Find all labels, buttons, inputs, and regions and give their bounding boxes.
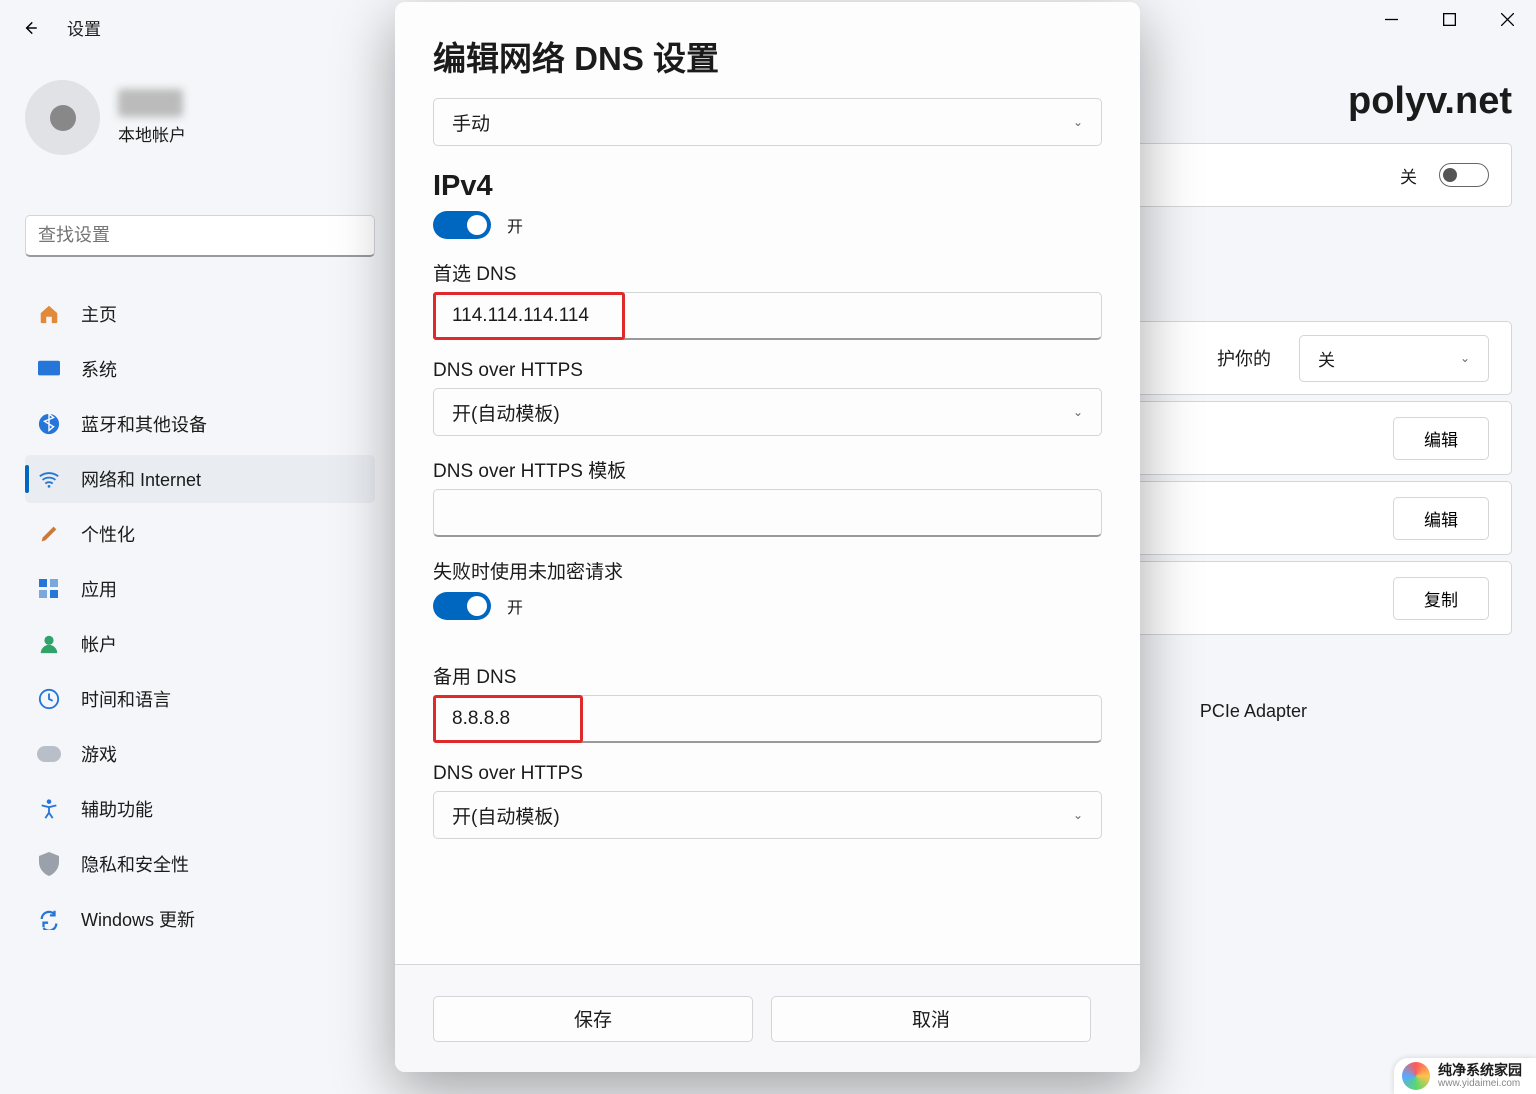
- bg-desc-fragment: 护你的: [1217, 345, 1271, 371]
- copy-button[interactable]: 复制: [1393, 577, 1489, 620]
- system-icon: [37, 357, 61, 381]
- back-button[interactable]: [18, 16, 42, 40]
- time-language-icon: [37, 687, 61, 711]
- settings-title: 设置: [67, 15, 101, 40]
- chevron-down-icon: ⌄: [1073, 808, 1083, 822]
- preferred-dns-input[interactable]: 114.114.114.114: [433, 292, 1102, 340]
- accounts-icon: [37, 632, 61, 656]
- dialog-title: 编辑网络 DNS 设置: [433, 32, 1102, 80]
- alt-dns-input[interactable]: 8.8.8.8: [433, 695, 1102, 743]
- sidebar-item-label: 隐私和安全性: [81, 851, 189, 877]
- toggle-on-label: 开: [507, 213, 523, 237]
- sidebar-item-label: 个性化: [81, 521, 135, 547]
- chevron-down-icon: ⌄: [1073, 115, 1083, 129]
- doh-label-2: DNS over HTTPS: [433, 763, 1102, 785]
- sidebar-item-label: 网络和 Internet: [81, 466, 201, 492]
- network-icon: [37, 467, 61, 491]
- sidebar-item-label: 帐户: [81, 631, 117, 657]
- sidebar-item-bluetooth[interactable]: 蓝牙和其他设备: [25, 400, 375, 448]
- minimize-button[interactable]: [1362, 0, 1420, 38]
- windowsupdate-icon: [37, 907, 61, 931]
- alt-dns-label: 备用 DNS: [433, 662, 1102, 689]
- close-button[interactable]: [1478, 0, 1536, 38]
- sidebar-item-windows-update[interactable]: Windows 更新: [25, 895, 375, 943]
- toggle-off[interactable]: [1439, 163, 1489, 187]
- fallback-label: 失败时使用未加密请求: [433, 557, 1102, 584]
- window-controls: [1362, 0, 1536, 38]
- sidebar-item-label: 主页: [81, 301, 117, 327]
- sidebar-item-label: 蓝牙和其他设备: [81, 411, 207, 437]
- sidebar-item-personalize[interactable]: 个性化: [25, 510, 375, 558]
- username-blurred: [118, 89, 183, 117]
- sidebar-item-label: 游戏: [81, 741, 117, 767]
- gaming-icon: [37, 742, 61, 766]
- sidebar: 主页 系统 蓝牙和其他设备 网络和 Internet 个性化 应用 帐户: [25, 290, 375, 943]
- watermark-logo-icon: [1402, 1062, 1430, 1090]
- sidebar-item-gaming[interactable]: 游戏: [25, 730, 375, 778]
- sidebar-item-label: 辅助功能: [81, 796, 153, 822]
- doh-select-1[interactable]: 开(自动模板) ⌄: [433, 388, 1102, 436]
- watermark: 纯净系统家园 www.yidaimei.com: [1394, 1058, 1536, 1094]
- bg-select[interactable]: 关 ⌄: [1299, 335, 1489, 382]
- sidebar-item-label: 时间和语言: [81, 686, 171, 712]
- avatar-placeholder-icon: [50, 105, 76, 131]
- personalize-icon: [37, 522, 61, 546]
- profile-block: 本地帐户: [25, 80, 186, 155]
- sidebar-item-network[interactable]: 网络和 Internet: [25, 455, 375, 503]
- chevron-down-icon: ⌄: [1460, 351, 1470, 365]
- sidebar-item-label: 系统: [81, 356, 117, 382]
- bluetooth-icon: [37, 412, 61, 436]
- chevron-down-icon: ⌄: [1073, 405, 1083, 419]
- sidebar-item-label: 应用: [81, 576, 117, 602]
- sidebar-item-time-language[interactable]: 时间和语言: [25, 675, 375, 723]
- avatar: [25, 80, 100, 155]
- apps-icon: [37, 577, 61, 601]
- toggle-on-label: 开: [507, 594, 523, 618]
- sidebar-item-privacy[interactable]: 隐私和安全性: [25, 840, 375, 888]
- ipv4-toggle[interactable]: [433, 211, 491, 239]
- dns-settings-dialog: 编辑网络 DNS 设置 手动 ⌄ IPv4 开 首选 DNS 114.114.1…: [395, 2, 1140, 1072]
- preferred-dns-label: 首选 DNS: [433, 259, 1102, 286]
- watermark-url: www.yidaimei.com: [1438, 1078, 1522, 1089]
- search-input[interactable]: [25, 215, 375, 257]
- toggle-off-text: 关: [1400, 163, 1417, 188]
- maximize-button[interactable]: [1420, 0, 1478, 38]
- edit-button[interactable]: 编辑: [1393, 497, 1489, 540]
- doh-select-2[interactable]: 开(自动模板) ⌄: [433, 791, 1102, 839]
- sidebar-item-system[interactable]: 系统: [25, 345, 375, 393]
- cancel-button[interactable]: 取消: [771, 996, 1091, 1042]
- fallback-toggle[interactable]: [433, 592, 491, 620]
- ipv4-heading: IPv4: [433, 170, 1102, 203]
- sidebar-item-home[interactable]: 主页: [25, 290, 375, 338]
- sidebar-item-accessibility[interactable]: 辅助功能: [25, 785, 375, 833]
- sidebar-item-accounts[interactable]: 帐户: [25, 620, 375, 668]
- watermark-title: 纯净系统家园: [1438, 1063, 1522, 1078]
- doh-template-label: DNS over HTTPS 模板: [433, 456, 1102, 483]
- mode-select[interactable]: 手动 ⌄: [433, 98, 1102, 146]
- privacy-icon: [37, 852, 61, 876]
- account-type: 本地帐户: [118, 121, 186, 146]
- save-button[interactable]: 保存: [433, 996, 753, 1042]
- sidebar-item-label: Windows 更新: [81, 906, 195, 932]
- sidebar-item-apps[interactable]: 应用: [25, 565, 375, 613]
- edit-button[interactable]: 编辑: [1393, 417, 1489, 460]
- doh-label-1: DNS over HTTPS: [433, 360, 1102, 382]
- home-icon: [37, 302, 61, 326]
- doh-template-input[interactable]: [433, 489, 1102, 537]
- accessibility-icon: [37, 797, 61, 821]
